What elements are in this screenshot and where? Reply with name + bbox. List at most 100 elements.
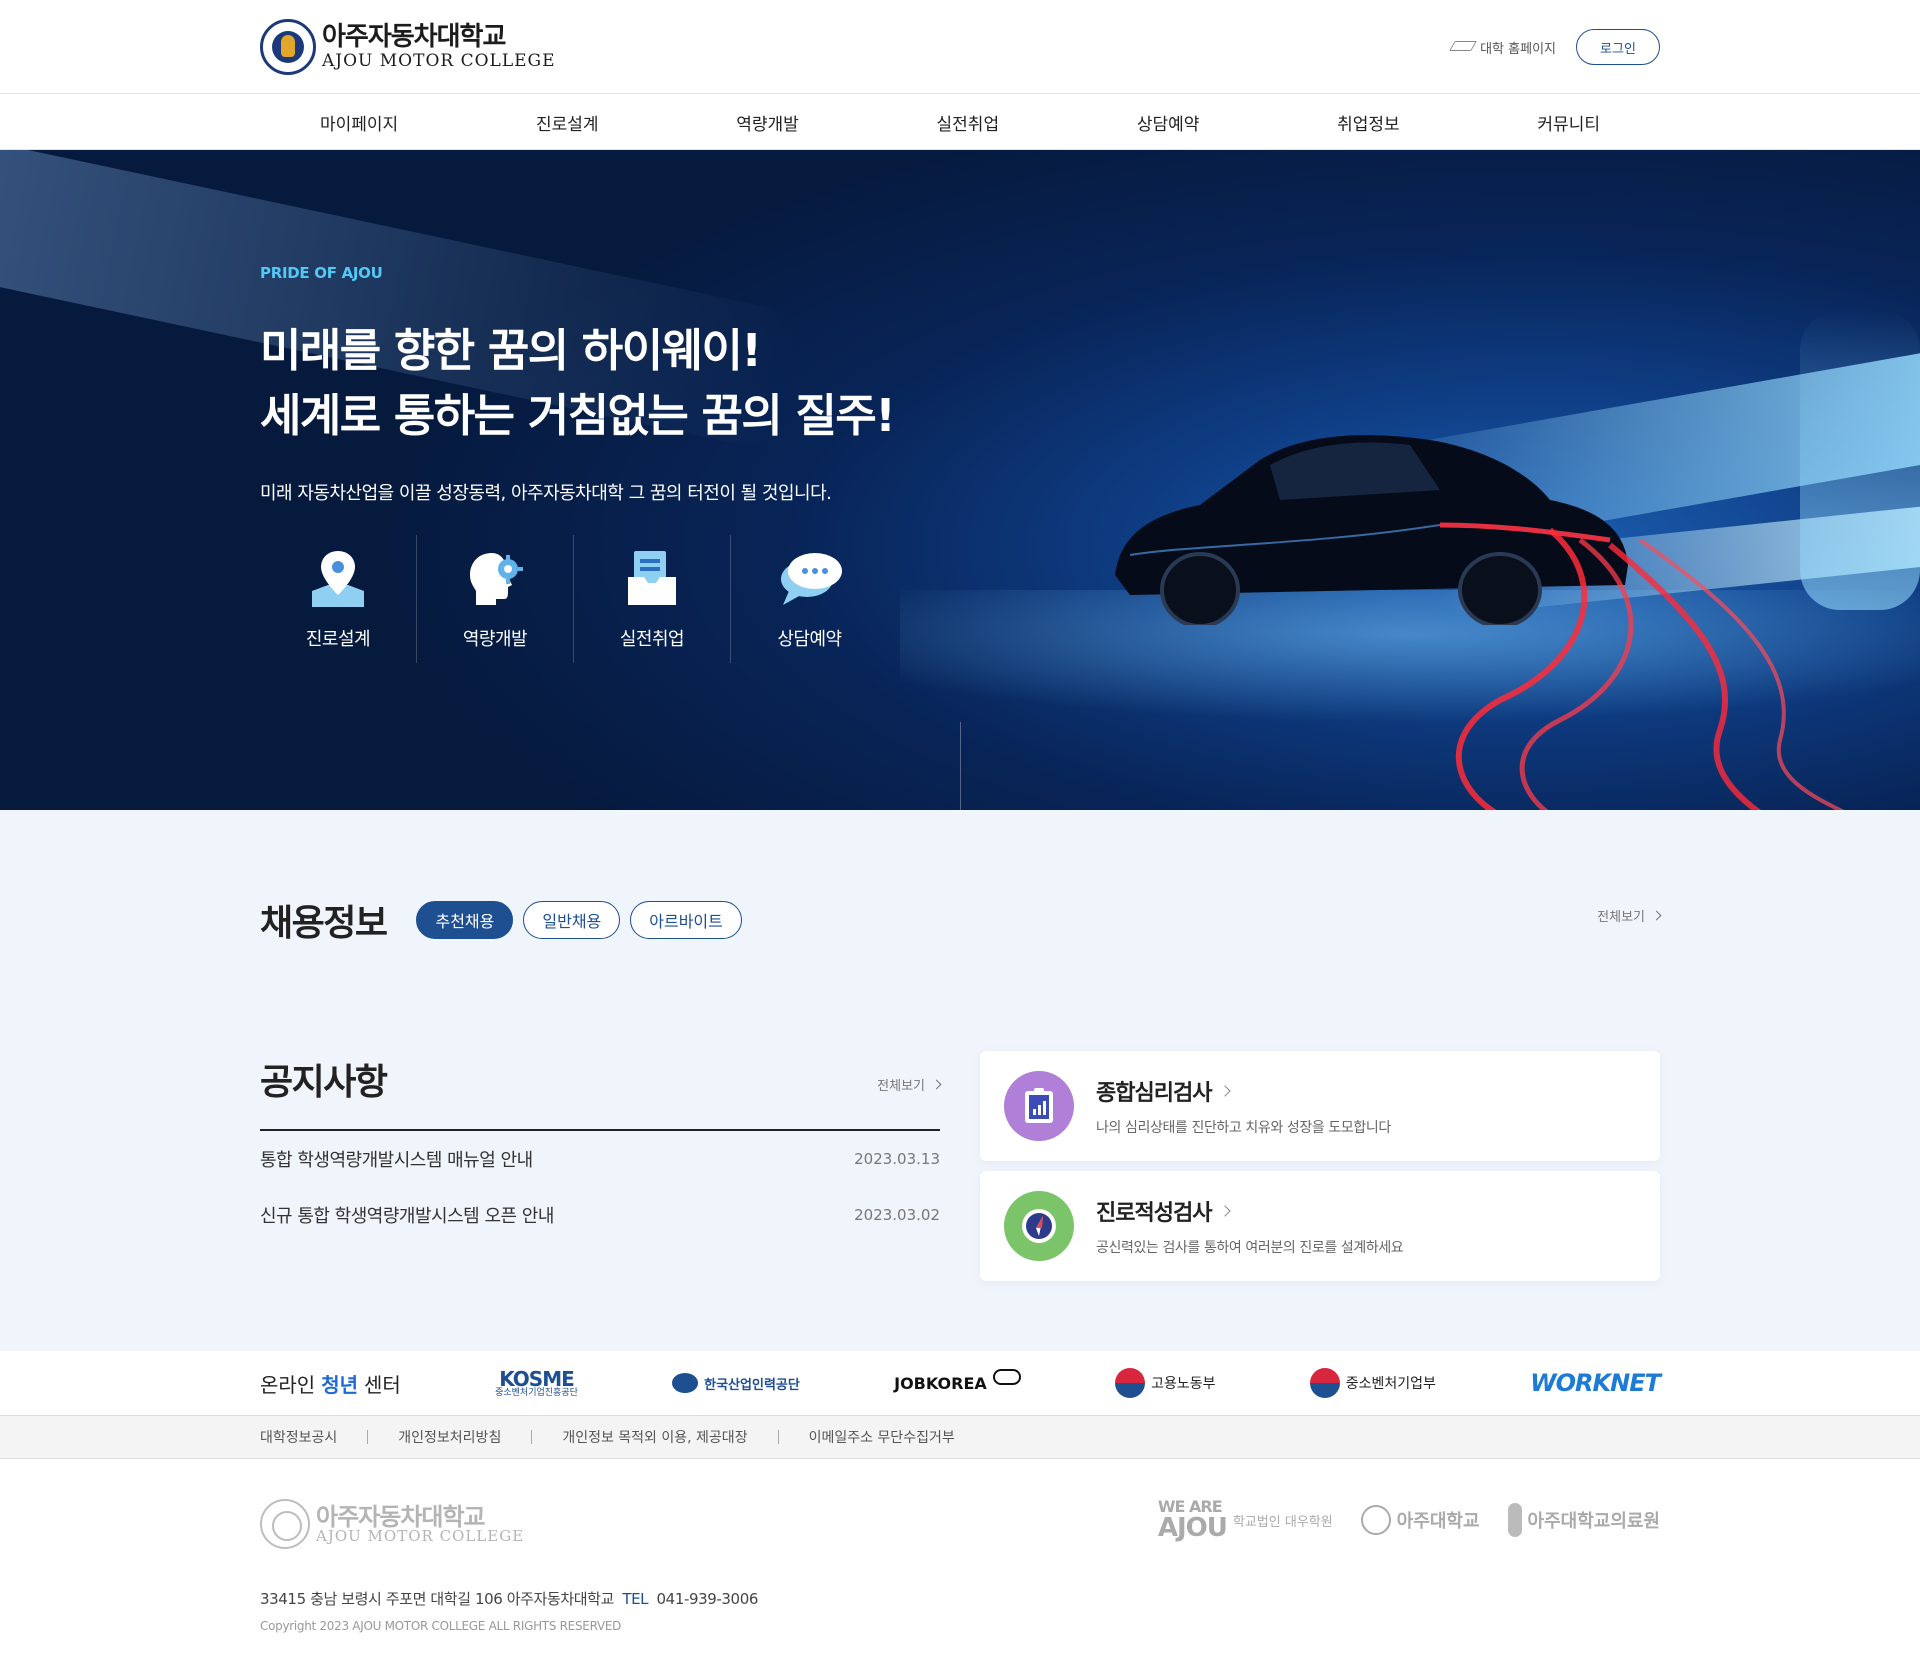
hero-headline-line-2: 세계로 통하는 거침없는 꿈의 질주!	[260, 389, 896, 442]
hero-eyebrow: PRIDE OF AJOU	[260, 264, 383, 282]
school-corp-label: 학교법인 대우학원	[1232, 1514, 1333, 1530]
notice-view-all-label: 전체보기	[877, 1079, 925, 1094]
recruit-section: 채용정보 추천채용 일반채용 아르바이트	[260, 894, 752, 946]
link-college-disclosure[interactable]: 대학정보공시	[260, 1427, 337, 1447]
partner-kosme-label: KOSME	[499, 1366, 575, 1391]
partner-jobkorea-label: JOBKOREA	[894, 1373, 987, 1393]
policy-links: 대학정보공시 개인정보처리방침 개인정보 목적외 이용, 제공대장 이메일주소 …	[0, 1415, 1920, 1459]
quick-competency-label: 역량개발	[462, 629, 528, 650]
tel-label: TEL	[622, 1590, 649, 1608]
chevron-right-icon	[1651, 910, 1662, 921]
recruit-view-all-link[interactable]: 전체보기	[1597, 906, 1662, 925]
footer-logo: 아주자동차대학교 AJOU MOTOR COLLEGE	[260, 1499, 524, 1549]
chevron-right-icon	[1219, 1085, 1232, 1097]
nav-job-info[interactable]: 취업정보	[1337, 110, 1400, 135]
partner-youth-center[interactable]: 온라인 청년 센터	[260, 1369, 401, 1398]
quick-career-design[interactable]: 진로설계	[260, 535, 417, 663]
partner-youth-center-label-2: 청년	[321, 1372, 359, 1397]
quick-employment-label: 실전취업	[619, 629, 685, 650]
link-ajou-university[interactable]: 아주대학교	[1360, 1505, 1480, 1535]
nav-employment[interactable]: 실전취업	[937, 110, 1000, 135]
college-homepage-link[interactable]: 대학 홈페이지	[1450, 38, 1556, 57]
psychological-test-title: 종합심리검사	[1096, 1081, 1212, 1106]
ajou-med-label: 아주대학교의료원	[1527, 1511, 1660, 1532]
college-seal-icon	[260, 1499, 310, 1549]
link-email-refusal[interactable]: 이메일주소 무단수집거부	[809, 1427, 955, 1447]
ajou-univ-label: 아주대학교	[1396, 1511, 1480, 1532]
notice-item-title: 신규 통합 학생역량개발시스템 오픈 안내	[260, 1206, 554, 1227]
login-button[interactable]: 로그인	[1576, 29, 1660, 65]
quick-employment[interactable]: 실전취업	[574, 535, 731, 663]
ajou-label: AJOU	[1157, 1513, 1228, 1543]
career-aptitude-test-desc: 공신력있는 검사를 통하여 여러분의 진로를 설계하세요	[1096, 1240, 1404, 1256]
tab-general-hiring[interactable]: 일반채용	[523, 901, 621, 939]
notice-item-title: 통합 학생역량개발시스템 매뉴얼 안내	[260, 1150, 533, 1171]
partner-mss[interactable]: 중소벤처기업부	[1309, 1368, 1436, 1398]
quick-counseling[interactable]: 상담예약	[731, 535, 888, 663]
link-ajou-medical[interactable]: 아주대학교의료원	[1507, 1503, 1660, 1537]
partner-hrdk[interactable]: 한국산업인력공단	[672, 1373, 800, 1393]
partner-links: 온라인 청년 센터 KOSME 중소벤처기업진흥공단 한국산업인력공단 JOBK…	[0, 1351, 1920, 1415]
top-header: 아주자동차대학교 AJOU MOTOR COLLEGE 대학 홈페이지 로그인	[0, 0, 1920, 94]
nav-mypage[interactable]: 마이페이지	[320, 110, 398, 135]
link-privacy-other-use[interactable]: 개인정보 목적외 이용, 제공대장	[562, 1427, 747, 1447]
map-pin-icon	[303, 543, 373, 613]
utility-menu: 대학 홈페이지 로그인	[1450, 29, 1660, 65]
jobkorea-bubble-icon	[992, 1369, 1021, 1385]
divider	[531, 1430, 533, 1444]
notice-title: 공지사항	[260, 1062, 388, 1103]
nav-community[interactable]: 커뮤니티	[1537, 110, 1600, 135]
partner-moel[interactable]: 고용노동부	[1115, 1368, 1215, 1398]
footer-logo-korean: 아주자동차대학교	[316, 1502, 486, 1531]
footer: 아주자동차대학교 AJOU MOTOR COLLEGE WE ARE AJOU …	[0, 1459, 1920, 1674]
clipboard-chart-icon	[1004, 1071, 1074, 1141]
link-privacy-policy[interactable]: 개인정보처리방침	[398, 1427, 501, 1447]
compass-icon	[1004, 1191, 1074, 1261]
nav-competency[interactable]: 역량개발	[736, 110, 799, 135]
psychological-test-card[interactable]: 종합심리검사 나의 심리상태를 진단하고 치유와 성장을 도모합니다	[980, 1051, 1660, 1161]
partner-youth-center-label-3: 센터	[364, 1372, 401, 1397]
chat-bubble-icon	[775, 543, 845, 613]
partner-hrdk-label: 한국산업인력공단	[704, 1377, 800, 1393]
partner-mss-label: 중소벤처기업부	[1345, 1376, 1436, 1392]
document-box-icon	[617, 543, 687, 613]
quick-menu: 진로설계 역량개발 실전취업 상담예약	[260, 535, 888, 663]
logo-korean-name: 아주자동차대학교	[322, 22, 506, 52]
career-aptitude-test-card[interactable]: 진로적성검사 공신력있는 검사를 통하여 여러분의 진로를 설계하세요	[980, 1171, 1660, 1281]
hero-subtitle: 미래 자동차산업을 이끌 성장동력, 아주자동차대학 그 꿈의 터전이 될 것입…	[260, 483, 832, 504]
quick-competency[interactable]: 역량개발	[417, 535, 574, 663]
list-item[interactable]: 통합 학생역량개발시스템 매뉴얼 안내 2023.03.13	[260, 1131, 940, 1187]
graduation-cap-icon	[1450, 40, 1474, 54]
college-logo[interactable]: 아주자동차대학교 AJOU MOTOR COLLEGE	[260, 19, 556, 75]
hero-headline: 미래를 향한 꿈의 하이웨이! 세계로 통하는 거침없는 꿈의 질주!	[260, 318, 896, 448]
hero-banner: PRIDE OF AJOU 미래를 향한 꿈의 하이웨이! 세계로 통하는 거침…	[0, 150, 1920, 810]
recruit-view-all-label: 전체보기	[1597, 910, 1645, 925]
partner-worknet-label: WORKNET	[1530, 1369, 1661, 1397]
medical-symbol-icon	[1507, 1503, 1522, 1537]
head-gear-icon	[460, 543, 530, 613]
nav-counseling[interactable]: 상담예약	[1137, 110, 1200, 135]
notice-item-date: 2023.03.02	[854, 1206, 940, 1224]
psychological-test-desc: 나의 심리상태를 진단하고 치유와 성장을 도모합니다	[1096, 1120, 1391, 1136]
tel-number: 041-939-3006	[656, 1590, 759, 1608]
footer-address: 33415 충남 보령시 주포면 대학길 106 아주자동차대학교 TEL 04…	[260, 1588, 758, 1609]
ajou-seal-icon	[1360, 1505, 1391, 1535]
taegeuk-icon	[1309, 1368, 1340, 1398]
notice-item-date: 2023.03.13	[854, 1150, 940, 1168]
hrdk-logo-icon	[672, 1373, 699, 1393]
nav-career-design[interactable]: 진로설계	[536, 110, 599, 135]
tab-recommended-hiring[interactable]: 추천채용	[416, 901, 514, 939]
hero-headline-line-1: 미래를 향한 꿈의 하이웨이!	[260, 324, 762, 377]
tab-part-time[interactable]: 아르바이트	[630, 901, 742, 939]
quick-career-design-label: 진로설계	[305, 629, 371, 650]
logo-english-name: AJOU MOTOR COLLEGE	[322, 51, 556, 71]
footer-logo-english: AJOU MOTOR COLLEGE	[316, 1526, 525, 1545]
partner-jobkorea[interactable]: JOBKOREA	[894, 1369, 1021, 1393]
list-item[interactable]: 신규 통합 학생역량개발시스템 오픈 안내 2023.03.02	[260, 1187, 940, 1243]
partner-kosme[interactable]: KOSME 중소벤처기업진흥공단	[495, 1369, 578, 1398]
partner-worknet[interactable]: WORKNET	[1530, 1369, 1661, 1397]
main-content: 채용정보 추천채용 일반채용 아르바이트 전체보기 공지사항 전체보기 통합 학…	[0, 810, 1920, 1351]
partner-moel-label: 고용노동부	[1151, 1376, 1216, 1392]
notice-view-all-link[interactable]: 전체보기	[877, 1075, 942, 1094]
link-daewoo-foundation[interactable]: WE ARE AJOU 학교법인 대우학원	[1157, 1499, 1333, 1543]
